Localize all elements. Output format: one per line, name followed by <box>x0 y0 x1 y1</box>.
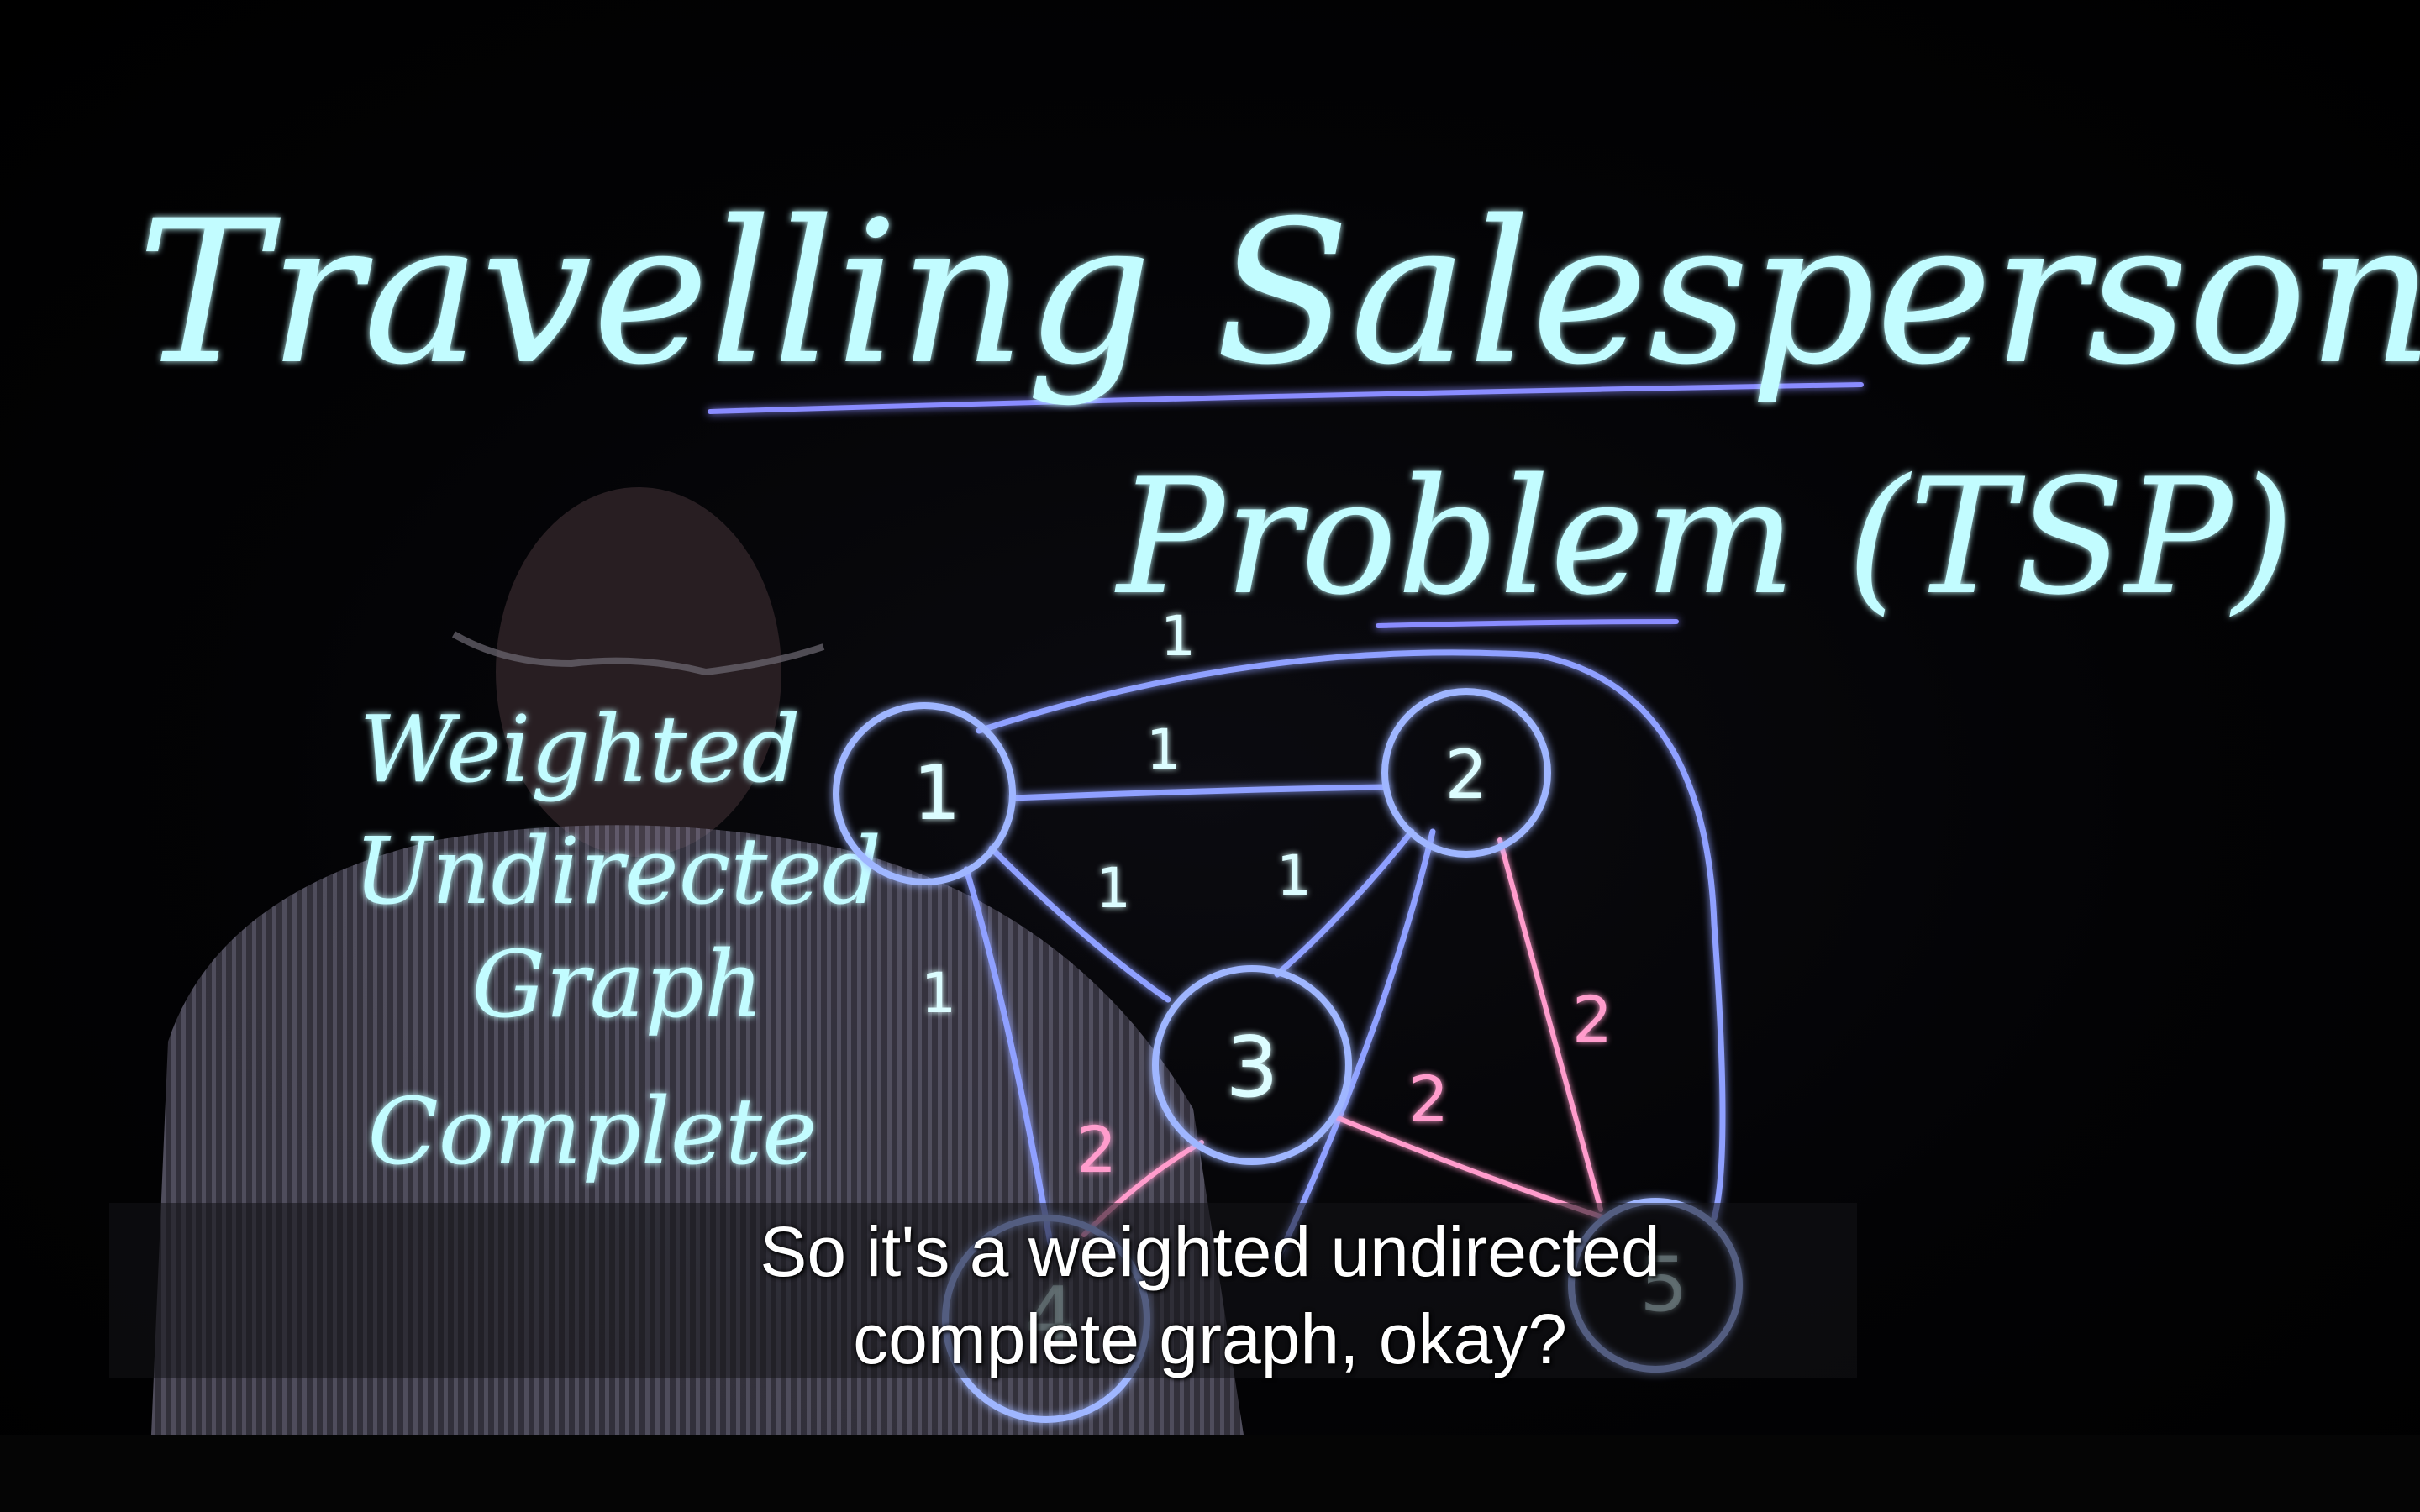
node-2-label: 2 <box>1445 736 1488 814</box>
edge-1-2 <box>1009 784 1390 801</box>
weight-2-5: 2 <box>1572 982 1612 1057</box>
property-undirected: Undirected <box>354 817 881 925</box>
weight-1-4: 1 <box>921 961 956 1026</box>
weight-1-2: 1 <box>1146 717 1181 782</box>
weight-3-4: 2 <box>1076 1112 1117 1187</box>
title-line-2: Problem (TSP) <box>1114 444 2294 630</box>
property-graph: Graph <box>471 931 763 1038</box>
property-complete: Complete <box>368 1078 818 1185</box>
node-3-label: 3 <box>1225 1018 1279 1116</box>
subtitle-line-2: complete graph, okay? <box>853 1299 1567 1378</box>
weight-1-5: 1 <box>1160 604 1196 669</box>
video-area: Travelling Salesperson Problem (TSP) Wei… <box>0 0 2420 1435</box>
weight-2-3: 1 <box>1276 843 1312 908</box>
letterbox-bar <box>0 1435 2420 1512</box>
subtitle: So it's a weighted undirected complete g… <box>0 1208 2420 1383</box>
weight-3-5: 2 <box>1408 1062 1449 1137</box>
subtitle-line-1: So it's a weighted undirected <box>760 1212 1660 1291</box>
video-frame: Travelling Salesperson Problem (TSP) Wei… <box>0 0 2420 1512</box>
title-line-1: Travelling Salesperson <box>137 179 2420 408</box>
title-group: Travelling Salesperson Problem (TSP) <box>137 179 2420 630</box>
weight-1-3: 1 <box>1096 856 1131 921</box>
node-1-label: 1 <box>913 749 960 837</box>
property-weighted: Weighted <box>359 696 800 803</box>
